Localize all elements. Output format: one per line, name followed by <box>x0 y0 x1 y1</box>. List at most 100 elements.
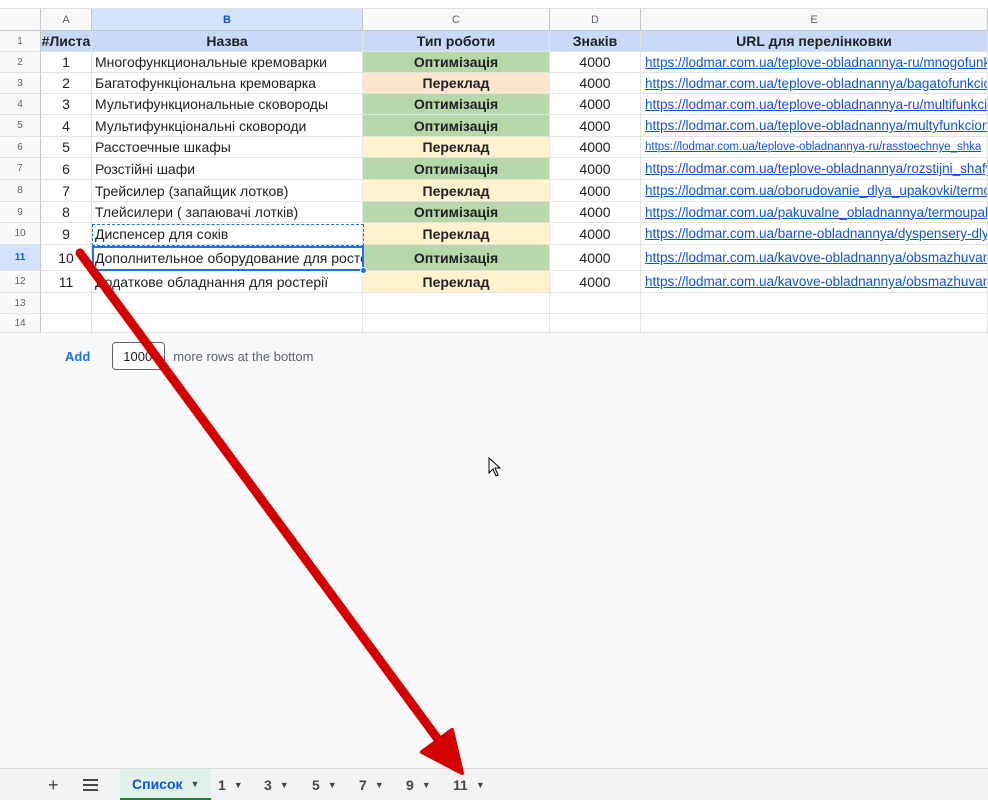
row-number[interactable]: 11 <box>0 245 41 271</box>
column-header-c[interactable]: C <box>363 9 550 31</box>
add-rows-button[interactable]: Add <box>65 349 90 364</box>
row-number[interactable]: 7 <box>0 158 41 180</box>
header-type[interactable]: Тип роботи <box>363 31 550 52</box>
header-num[interactable]: #Листа <box>41 31 92 52</box>
row-number[interactable]: 12 <box>0 271 41 293</box>
cell-type[interactable]: Переклад <box>363 223 550 245</box>
sheet-tab-active[interactable]: Список ▼ <box>120 769 212 800</box>
cell-chars[interactable]: 4000 <box>550 52 641 73</box>
sheet-tab[interactable]: 3 ▼ <box>264 769 289 800</box>
cell-url-link[interactable]: https://lodmar.com.ua/barne-obladnannya/… <box>641 223 988 245</box>
cell-num[interactable]: 4 <box>41 115 92 137</box>
empty-cell[interactable] <box>41 314 92 333</box>
cell-type[interactable]: Переклад <box>363 271 550 293</box>
column-header-e[interactable]: E <box>641 9 988 31</box>
cell-chars[interactable]: 4000 <box>550 94 641 115</box>
cell-num[interactable]: 7 <box>41 180 92 202</box>
row-number[interactable]: 4 <box>0 94 41 115</box>
header-name[interactable]: Назва <box>92 31 363 52</box>
column-header-a[interactable]: A <box>41 9 92 31</box>
cell-type[interactable]: Переклад <box>363 73 550 94</box>
add-sheet-icon[interactable]: + <box>48 769 59 800</box>
rows-count-input[interactable]: 1000 <box>112 342 166 370</box>
cell-type[interactable]: Переклад <box>363 137 550 158</box>
cell-num[interactable]: 10 <box>41 245 92 271</box>
row-number[interactable]: 5 <box>0 115 41 137</box>
row-number[interactable]: 14 <box>0 314 41 333</box>
cell-type[interactable]: Оптимізація <box>363 94 550 115</box>
row-number[interactable]: 10 <box>0 223 41 245</box>
cell-name[interactable]: Тлейсилери ( запаювачі лотків) <box>92 202 363 223</box>
cell-type[interactable]: Оптимізація <box>363 115 550 137</box>
cell-num[interactable]: 11 <box>41 271 92 293</box>
cell-name[interactable]: Многофункциональные кремоварки <box>92 52 363 73</box>
empty-cell[interactable] <box>363 314 550 333</box>
empty-cell[interactable] <box>641 314 988 333</box>
row-number[interactable]: 13 <box>0 293 41 314</box>
cell-type[interactable]: Оптимізація <box>363 245 550 271</box>
cell-num[interactable]: 9 <box>41 223 92 245</box>
empty-cell[interactable] <box>641 293 988 314</box>
cell-num[interactable]: 1 <box>41 52 92 73</box>
cell-num[interactable]: 3 <box>41 94 92 115</box>
cell-chars[interactable]: 4000 <box>550 223 641 245</box>
row-number[interactable]: 8 <box>0 180 41 202</box>
empty-cell[interactable] <box>363 293 550 314</box>
empty-cell[interactable] <box>550 293 641 314</box>
cell-name[interactable]: Трейсилер (запайщик лотков) <box>92 180 363 202</box>
row-number[interactable]: 2 <box>0 52 41 73</box>
cell-name[interactable]: Мультифункциональные сковороды <box>92 94 363 115</box>
cell-url-link[interactable]: https://lodmar.com.ua/teplove-obladnanny… <box>641 137 988 158</box>
header-url[interactable]: URL для перелінковки <box>641 31 988 52</box>
empty-cell[interactable] <box>92 293 363 314</box>
sheet-tab[interactable]: 11 ▼ <box>453 769 485 800</box>
cell-name[interactable]: Мультифункціональні сковороди <box>92 115 363 137</box>
cell-chars[interactable]: 4000 <box>550 115 641 137</box>
cell-url-link[interactable]: https://lodmar.com.ua/oborudovanie_dlya_… <box>641 180 988 202</box>
sheet-tab[interactable]: 5 ▼ <box>312 769 337 800</box>
empty-cell[interactable] <box>41 293 92 314</box>
column-header-d[interactable]: D <box>550 9 641 31</box>
cell-chars[interactable]: 4000 <box>550 245 641 271</box>
cell-chars[interactable]: 4000 <box>550 158 641 180</box>
empty-cell[interactable] <box>550 314 641 333</box>
row-number[interactable]: 6 <box>0 137 41 158</box>
cell-url-link[interactable]: https://lodmar.com.ua/kavove-obladnannya… <box>641 245 988 271</box>
cell-type[interactable]: Оптимізація <box>363 52 550 73</box>
select-all-corner[interactable] <box>0 9 41 31</box>
cell-num[interactable]: 5 <box>41 137 92 158</box>
cell-name[interactable]: Розстійні шафи <box>92 158 363 180</box>
cell-name[interactable]: Расстоечные шкафы <box>92 137 363 158</box>
cell-name[interactable]: Додаткове обладнання для ростерії <box>92 271 363 293</box>
cell-type[interactable]: Оптимізація <box>363 158 550 180</box>
cell-url-link[interactable]: https://lodmar.com.ua/teplove-obladnanny… <box>641 158 988 180</box>
sheet-tab[interactable]: 1 ▼ <box>218 769 243 800</box>
cell-chars[interactable]: 4000 <box>550 73 641 94</box>
cell-url-link[interactable]: https://lodmar.com.ua/teplove-obladnanny… <box>641 94 988 115</box>
cell-type[interactable]: Оптимізація <box>363 202 550 223</box>
row-number[interactable]: 9 <box>0 202 41 223</box>
cell-url-link[interactable]: https://lodmar.com.ua/teplove-obladnanny… <box>641 73 988 94</box>
all-sheets-menu-icon[interactable] <box>82 769 100 800</box>
row-number[interactable]: 3 <box>0 73 41 94</box>
column-header-b[interactable]: B <box>92 9 363 31</box>
cell-chars[interactable]: 4000 <box>550 271 641 293</box>
empty-cell[interactable] <box>92 314 363 333</box>
row-number[interactable]: 1 <box>0 31 41 52</box>
cell-name[interactable]: Багатофункціональна кремоварка <box>92 73 363 94</box>
cell-num[interactable]: 2 <box>41 73 92 94</box>
fill-handle[interactable] <box>360 267 367 274</box>
cell-num[interactable]: 8 <box>41 202 92 223</box>
cell-num[interactable]: 6 <box>41 158 92 180</box>
cell-type[interactable]: Переклад <box>363 180 550 202</box>
cell-chars[interactable]: 4000 <box>550 202 641 223</box>
cell-chars[interactable]: 4000 <box>550 180 641 202</box>
cell-url-link[interactable]: https://lodmar.com.ua/teplove-obladnanny… <box>641 115 988 137</box>
header-chars[interactable]: Знаків <box>550 31 641 52</box>
cell-url-link[interactable]: https://lodmar.com.ua/teplove-obladnanny… <box>641 52 988 73</box>
cell-url-link[interactable]: https://lodmar.com.ua/kavove-obladnannya… <box>641 271 988 293</box>
cell-url-link[interactable]: https://lodmar.com.ua/pakuvalne_obladnan… <box>641 202 988 223</box>
sheet-tab[interactable]: 9 ▼ <box>406 769 431 800</box>
sheet-tab[interactable]: 7 ▼ <box>359 769 384 800</box>
cell-chars[interactable]: 4000 <box>550 137 641 158</box>
